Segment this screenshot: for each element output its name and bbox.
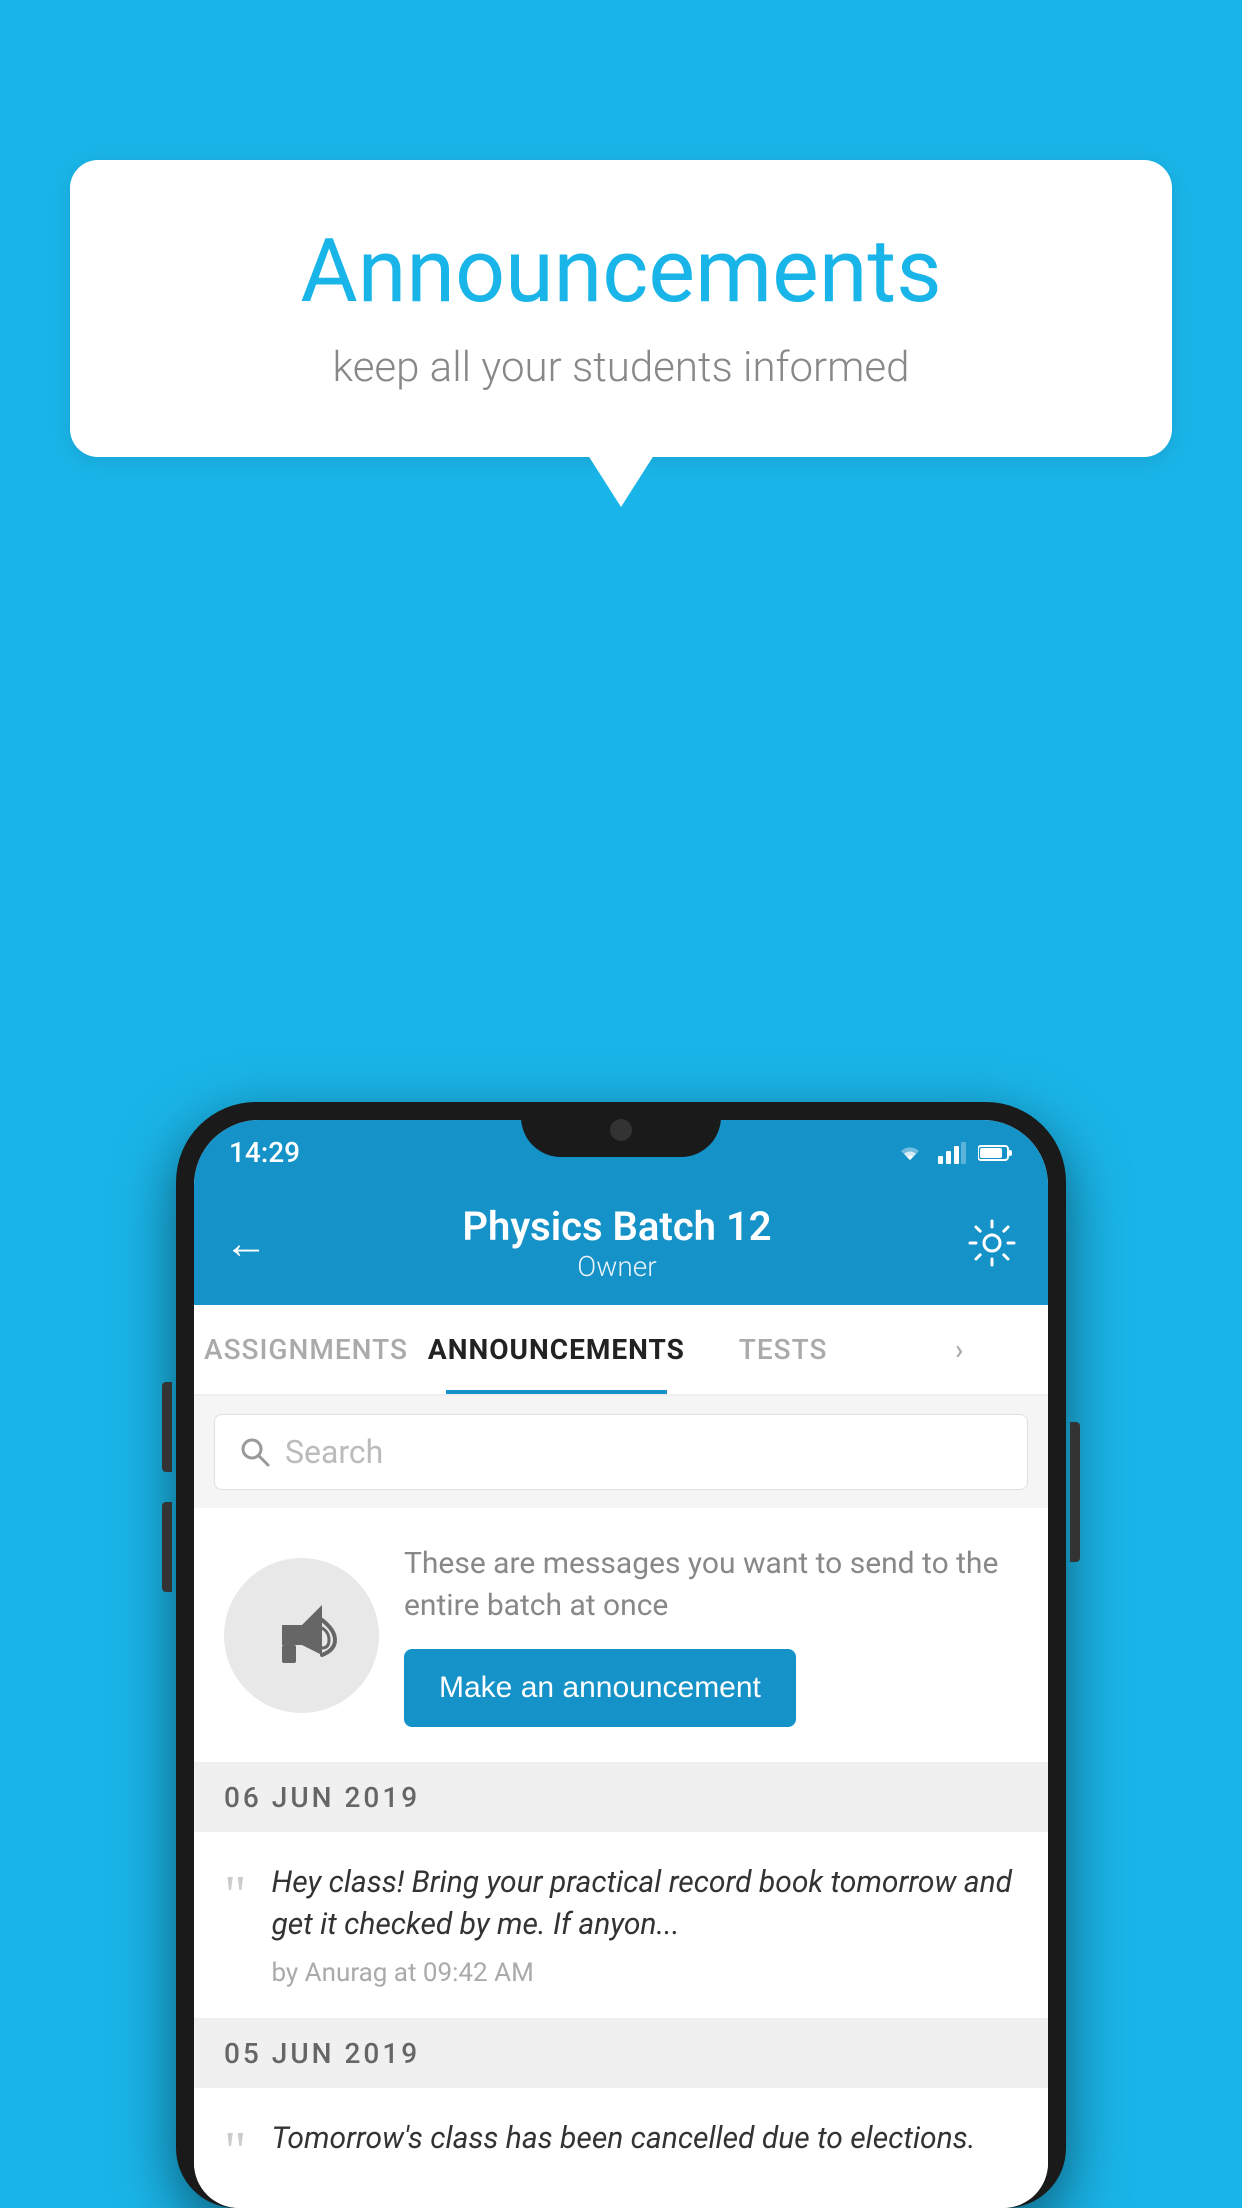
announcement-meta-1: by Anurag at 09:42 AM: [271, 1958, 1018, 1988]
announcement-item-2[interactable]: " Tomorrow's class has been cancelled du…: [194, 2088, 1048, 2208]
announcement-content-1: Hey class! Bring your practical record b…: [271, 1862, 1018, 1988]
promo-section: These are messages you want to send to t…: [194, 1508, 1048, 1763]
phone-frame: 14:29: [176, 1102, 1066, 2208]
side-button-vol-up: [162, 1382, 172, 1472]
announcement-message-1: Hey class! Bring your practical record b…: [271, 1862, 1018, 1946]
announcement-item-1[interactable]: " Hey class! Bring your practical record…: [194, 1832, 1048, 2019]
quote-icon-1: ": [224, 1867, 246, 1922]
bubble-title: Announcements: [130, 220, 1112, 323]
signal-icon: [938, 1142, 966, 1164]
speech-bubble-container: Announcements keep all your students inf…: [70, 160, 1172, 457]
date-separator-2: 05 JUN 2019: [194, 2019, 1048, 2088]
phone-notch: [521, 1102, 721, 1157]
speech-bubble: Announcements keep all your students inf…: [70, 160, 1172, 457]
promo-icon-circle: [224, 1558, 379, 1713]
search-placeholder: Search: [285, 1433, 383, 1471]
owner-label: Owner: [462, 1250, 771, 1283]
back-button[interactable]: ←: [224, 1217, 268, 1269]
settings-icon[interactable]: [966, 1217, 1018, 1269]
app-header: ← Physics Batch 12 Owner: [194, 1185, 1048, 1305]
tab-announcements[interactable]: ANNOUNCEMENTS: [418, 1305, 695, 1394]
make-announcement-button[interactable]: Make an announcement: [404, 1649, 796, 1727]
status-icons: [894, 1142, 1013, 1164]
tabs-container: ASSIGNMENTS ANNOUNCEMENTS TESTS ›: [194, 1305, 1048, 1396]
batch-title: Physics Batch 12: [462, 1203, 771, 1250]
side-button-power: [1070, 1422, 1080, 1562]
header-center: Physics Batch 12 Owner: [462, 1203, 771, 1283]
quote-icon-2: ": [224, 2123, 246, 2178]
announcement-message-2: Tomorrow's class has been cancelled due …: [271, 2118, 1018, 2160]
search-icon: [240, 1437, 270, 1467]
date-separator-1: 06 JUN 2019: [194, 1763, 1048, 1832]
search-container: Search: [194, 1396, 1048, 1508]
promo-content: These are messages you want to send to t…: [404, 1543, 1018, 1727]
wifi-icon: [894, 1142, 926, 1164]
front-camera: [610, 1119, 632, 1141]
status-time: 14:29: [229, 1136, 300, 1169]
side-button-vol-down: [162, 1502, 172, 1592]
phone-screen: 14:29: [194, 1120, 1048, 2208]
phone-wrapper: 14:29: [176, 1102, 1066, 2208]
tab-tests[interactable]: TESTS: [695, 1305, 872, 1394]
bubble-subtitle: keep all your students informed: [130, 343, 1112, 392]
megaphone-icon: [257, 1590, 347, 1680]
announcement-content-2: Tomorrow's class has been cancelled due …: [271, 2118, 1018, 2172]
battery-icon: [978, 1144, 1013, 1162]
tab-assignments[interactable]: ASSIGNMENTS: [194, 1305, 418, 1394]
promo-text: These are messages you want to send to t…: [404, 1543, 1018, 1627]
tab-more[interactable]: ›: [871, 1305, 1048, 1394]
search-bar[interactable]: Search: [214, 1414, 1028, 1490]
